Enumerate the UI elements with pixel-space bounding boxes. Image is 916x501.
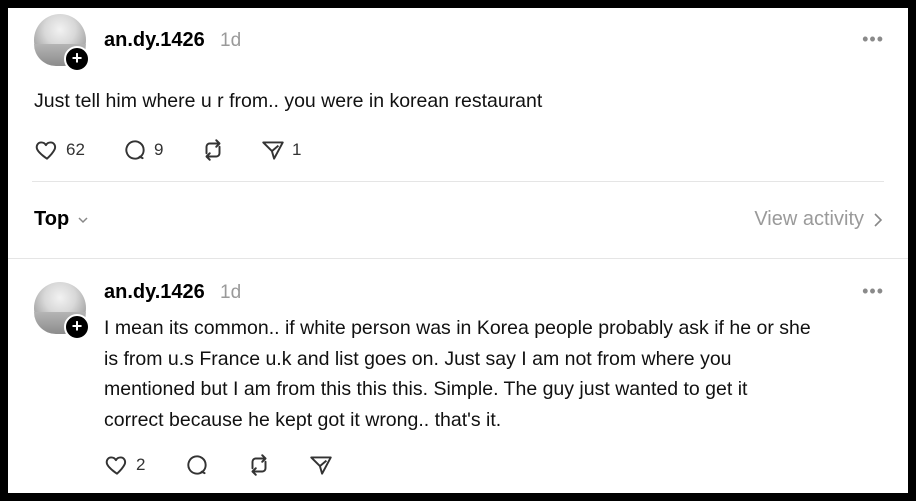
- divider: [32, 181, 884, 182]
- section-divider: [8, 258, 908, 259]
- share-icon: [310, 456, 332, 475]
- plus-icon[interactable]: +: [64, 46, 90, 72]
- repost-icon: [251, 454, 267, 476]
- chevron-right-icon: [874, 212, 883, 227]
- reply-line: mentioned but I am from this this this. …: [104, 378, 748, 400]
- sort-label: Top: [34, 208, 70, 230]
- share-button[interactable]: 1: [260, 137, 301, 163]
- avatar[interactable]: +: [34, 14, 90, 72]
- reply-username[interactable]: an.dy.1426: [104, 281, 205, 304]
- reply-line: I mean its common.. if white person was …: [104, 317, 811, 339]
- reply-more-icon[interactable]: •••: [862, 281, 884, 302]
- reply-avatar[interactable]: +: [34, 282, 90, 340]
- reply-repost-button[interactable]: [246, 452, 272, 478]
- username[interactable]: an.dy.1426: [104, 29, 205, 52]
- reply-share-button[interactable]: [308, 452, 334, 478]
- thread-view: + an.dy.1426 1d ••• Just tell him where …: [8, 8, 908, 493]
- reply-like-count: 2: [136, 455, 146, 474]
- heart-icon: [35, 141, 57, 160]
- share-count: 1: [292, 140, 302, 159]
- reply-line: correct because he kept got it wrong.. t…: [104, 408, 502, 431]
- view-activity-label: View activity: [754, 208, 864, 230]
- plus-icon[interactable]: +: [64, 314, 90, 340]
- more-icon[interactable]: •••: [862, 29, 884, 50]
- repost-button[interactable]: [200, 137, 226, 163]
- sort-dropdown[interactable]: Top: [34, 208, 89, 231]
- comment-button[interactable]: 9: [122, 137, 163, 163]
- comment-icon: [125, 140, 145, 160]
- chevron-down-icon: [78, 216, 88, 223]
- reply-line: is from u.s France u.k and list goes on.…: [104, 347, 732, 370]
- main-post: + an.dy.1426 1d ••• Just tell him where …: [8, 8, 908, 180]
- repost-icon: [205, 139, 221, 161]
- share-icon: [262, 141, 284, 160]
- timestamp: 1d: [220, 30, 242, 51]
- like-button[interactable]: 62: [34, 137, 85, 163]
- heart-icon: [105, 456, 127, 475]
- comment-count: 9: [154, 140, 164, 159]
- reply-timestamp: 1d: [220, 282, 242, 303]
- reply-like-button[interactable]: 2: [104, 452, 145, 478]
- reply-comment-button[interactable]: [184, 452, 210, 478]
- comment-icon: [187, 455, 207, 475]
- like-count: 62: [66, 140, 85, 159]
- post-text: Just tell him where u r from.. you were …: [34, 90, 543, 112]
- reply-text: I mean its common.. if white person was …: [104, 313, 894, 435]
- view-activity-link[interactable]: View activity: [754, 208, 884, 231]
